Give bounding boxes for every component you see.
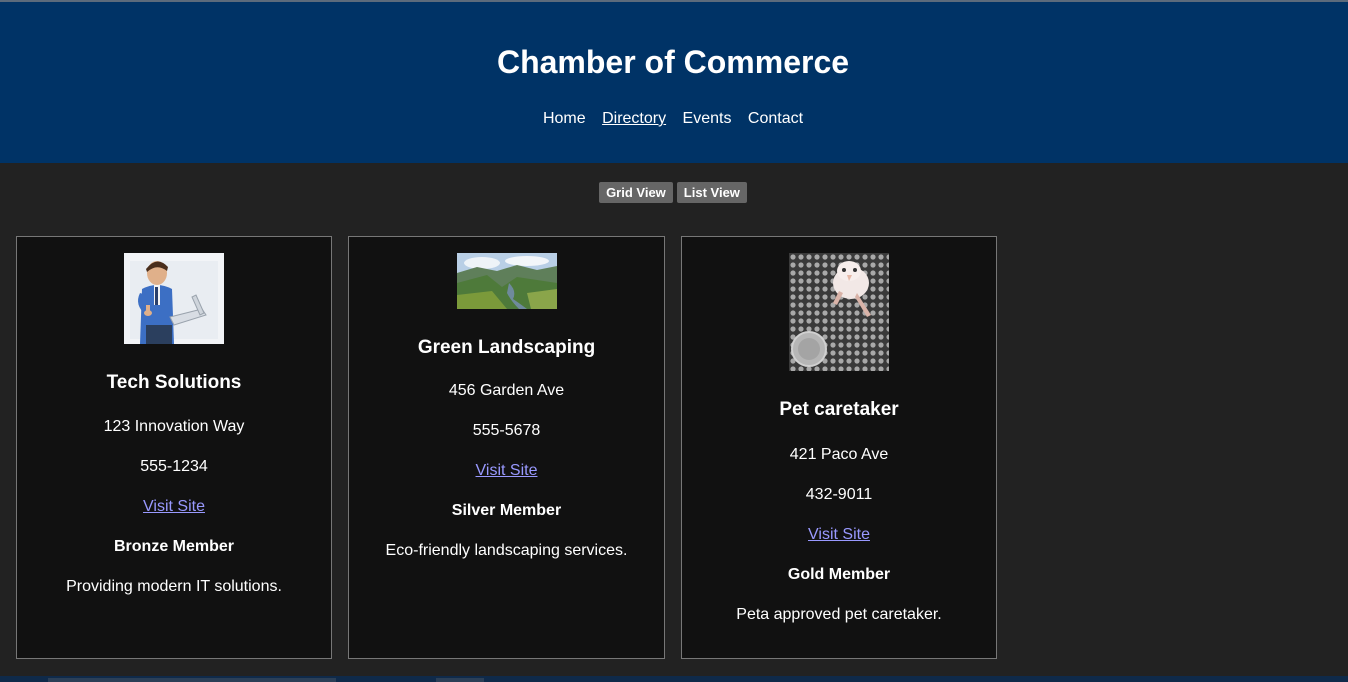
membership-level: Bronze Member	[113, 538, 235, 555]
landscape-photo	[456, 253, 557, 309]
member-address: 456 Garden Ave	[448, 382, 565, 399]
view-toggle: Grid View List View	[0, 182, 1346, 203]
grid-view-button[interactable]: Grid View	[599, 182, 673, 203]
scrollbar-segment	[436, 678, 484, 682]
member-phone: 555-5678	[472, 422, 541, 439]
visit-site-link[interactable]: Visit Site	[143, 498, 205, 515]
visit-site-link[interactable]: Visit Site	[808, 526, 870, 543]
member-name: Pet caretaker	[779, 399, 899, 420]
horizontal-scrollbar-thumb[interactable]	[48, 678, 336, 682]
member-address: 421 Paco Ave	[789, 446, 889, 463]
member-phone: 432-9011	[805, 486, 873, 503]
nav-contact-link[interactable]: Contact	[748, 110, 803, 127]
baby-bird-photo	[789, 253, 889, 371]
site-header: Chamber of Commerce Home Directory Event…	[0, 2, 1348, 163]
member-name: Green Landscaping	[417, 337, 596, 358]
main-nav: Home Directory Events Contact	[0, 108, 1346, 130]
member-name: Tech Solutions	[106, 372, 242, 393]
nav-events-link[interactable]: Events	[683, 110, 732, 127]
member-description: Eco-friendly landscaping services.	[385, 542, 628, 559]
member-address: 123 Innovation Way	[103, 418, 245, 435]
footer-strip	[0, 676, 1348, 682]
member-description: Peta approved pet caretaker.	[736, 606, 942, 623]
list-view-button[interactable]: List View	[676, 182, 747, 203]
site-title: Chamber of Commerce	[496, 44, 850, 80]
nav-home-link[interactable]: Home	[543, 110, 586, 127]
member-phone: 555-1234	[140, 458, 208, 475]
businessman-photo	[124, 253, 224, 344]
membership-level: Silver Member	[451, 502, 562, 519]
member-card-green-landscaping: Green Landscaping 456 Garden Ave 555-567…	[348, 236, 665, 659]
visit-site-link[interactable]: Visit Site	[476, 462, 538, 479]
member-card-pet-caretaker: Pet caretaker 421 Paco Ave 432-9011 Visi…	[681, 236, 997, 659]
member-description: Providing modern IT solutions.	[66, 578, 282, 595]
membership-level: Gold Member	[787, 566, 891, 583]
nav-directory-link[interactable]: Directory	[602, 110, 666, 127]
member-card-tech-solutions: Tech Solutions 123 Innovation Way 555-12…	[16, 236, 332, 659]
